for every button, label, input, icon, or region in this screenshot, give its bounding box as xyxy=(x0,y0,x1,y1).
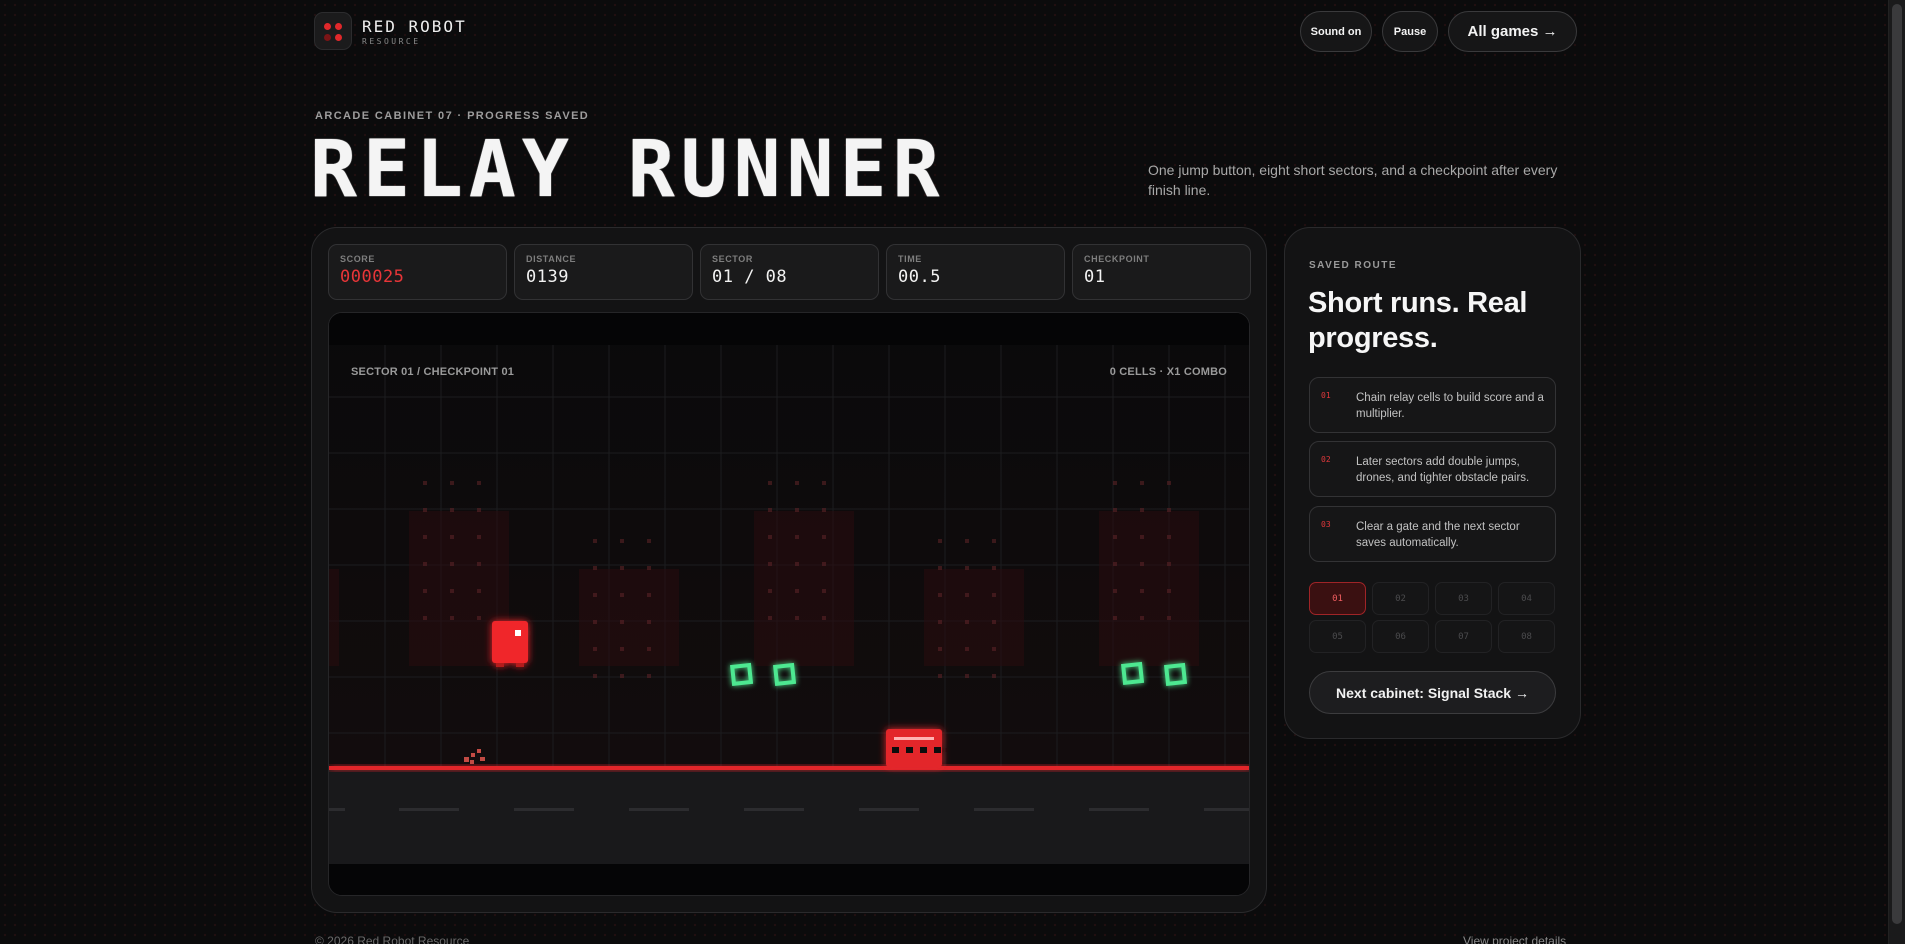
sector-cell-03[interactable]: 03 xyxy=(1435,582,1492,615)
stat-label: CHECKPOINT xyxy=(1084,254,1150,264)
sector-cell-01[interactable]: 01 xyxy=(1309,582,1366,615)
stat-value: 000025 xyxy=(340,267,405,287)
game-scene xyxy=(329,313,1249,895)
tip-item: 01 Chain relay cells to build score and … xyxy=(1309,377,1556,433)
game-title: RELAY RUNNER xyxy=(310,125,946,215)
stat-value: 0139 xyxy=(526,267,569,287)
saved-route-panel: SAVED ROUTE Short runs. Real progress. 0… xyxy=(1284,227,1581,739)
cabinet-eyebrow: ARCADE CABINET 07 · PROGRESS SAVED xyxy=(315,110,590,122)
sector-cell-08[interactable]: 08 xyxy=(1498,620,1555,653)
saved-route-title: Short runs. Real progress. xyxy=(1308,287,1528,354)
brand-name: RED ROBOT xyxy=(362,16,467,36)
robot-logo-icon xyxy=(314,12,352,50)
sector-cell-07[interactable]: 07 xyxy=(1435,620,1492,653)
tip-number: 03 xyxy=(1321,520,1331,529)
sound-toggle-button[interactable]: Sound on xyxy=(1300,11,1372,52)
sector-cell-04[interactable]: 04 xyxy=(1498,582,1555,615)
game-canvas[interactable]: SECTOR 01 / CHECKPOINT 01 0 CELLS · X1 C… xyxy=(328,312,1250,896)
scrollbar-thumb[interactable] xyxy=(1892,4,1902,924)
saved-route-eyebrow: SAVED ROUTE xyxy=(1309,260,1397,271)
stat-value: 01 xyxy=(1084,267,1106,287)
stat-label: DISTANCE xyxy=(526,254,577,264)
pause-button[interactable]: Pause xyxy=(1382,11,1438,52)
brand-sub: RESOURCE xyxy=(362,36,421,46)
tip-item: 02 Later sectors add double jumps, drone… xyxy=(1309,441,1556,497)
sector-cell-06[interactable]: 06 xyxy=(1372,620,1429,653)
stat-value: 00.5 xyxy=(898,267,941,287)
stat-score: SCORE 000025 xyxy=(328,244,507,300)
player-robot xyxy=(492,621,528,667)
stat-label: TIME xyxy=(898,254,922,264)
track-line xyxy=(329,766,1249,770)
obstacle-barrier xyxy=(886,729,942,767)
footer-project-link[interactable]: View project details xyxy=(1463,934,1566,944)
stat-sector: SECTOR 01 / 08 xyxy=(700,244,879,300)
stat-time: TIME 00.5 xyxy=(886,244,1065,300)
stat-checkpoint: CHECKPOINT 01 xyxy=(1072,244,1251,300)
next-cabinet-button[interactable]: Next cabinet: Signal Stack → xyxy=(1309,671,1556,714)
brand-logo[interactable]: RED ROBOT RESOURCE xyxy=(314,12,467,50)
footer-copyright: © 2026 Red Robot Resource xyxy=(315,934,470,944)
game-panel: SCORE 000025 DISTANCE 0139 SECTOR 01 / 0… xyxy=(311,227,1267,913)
tip-number: 02 xyxy=(1321,455,1331,464)
all-games-button[interactable]: All games → xyxy=(1448,11,1577,52)
ground xyxy=(329,769,1249,864)
stat-label: SECTOR xyxy=(712,254,753,264)
tip-number: 01 xyxy=(1321,391,1331,400)
tip-text: Later sectors add double jumps, drones, … xyxy=(1356,456,1530,484)
tip-item: 03 Clear a gate and the next sector save… xyxy=(1309,506,1556,562)
hud-sector-checkpoint: SECTOR 01 / CHECKPOINT 01 xyxy=(351,366,515,378)
stat-value: 01 / 08 xyxy=(712,267,788,287)
stat-distance: DISTANCE 0139 xyxy=(514,244,693,300)
stat-label: SCORE xyxy=(340,254,376,264)
page-scrollbar[interactable] xyxy=(1888,0,1905,944)
sector-cell-02[interactable]: 02 xyxy=(1372,582,1429,615)
hud-cells-combo: 0 CELLS · X1 COMBO xyxy=(1109,366,1227,378)
tip-text: Chain relay cells to build score and a m… xyxy=(1356,392,1544,420)
tip-text: Clear a gate and the next sector saves a… xyxy=(1356,521,1520,549)
sector-cell-05[interactable]: 05 xyxy=(1309,620,1366,653)
game-tagline: One jump button, eight short sectors, an… xyxy=(1148,162,1558,198)
